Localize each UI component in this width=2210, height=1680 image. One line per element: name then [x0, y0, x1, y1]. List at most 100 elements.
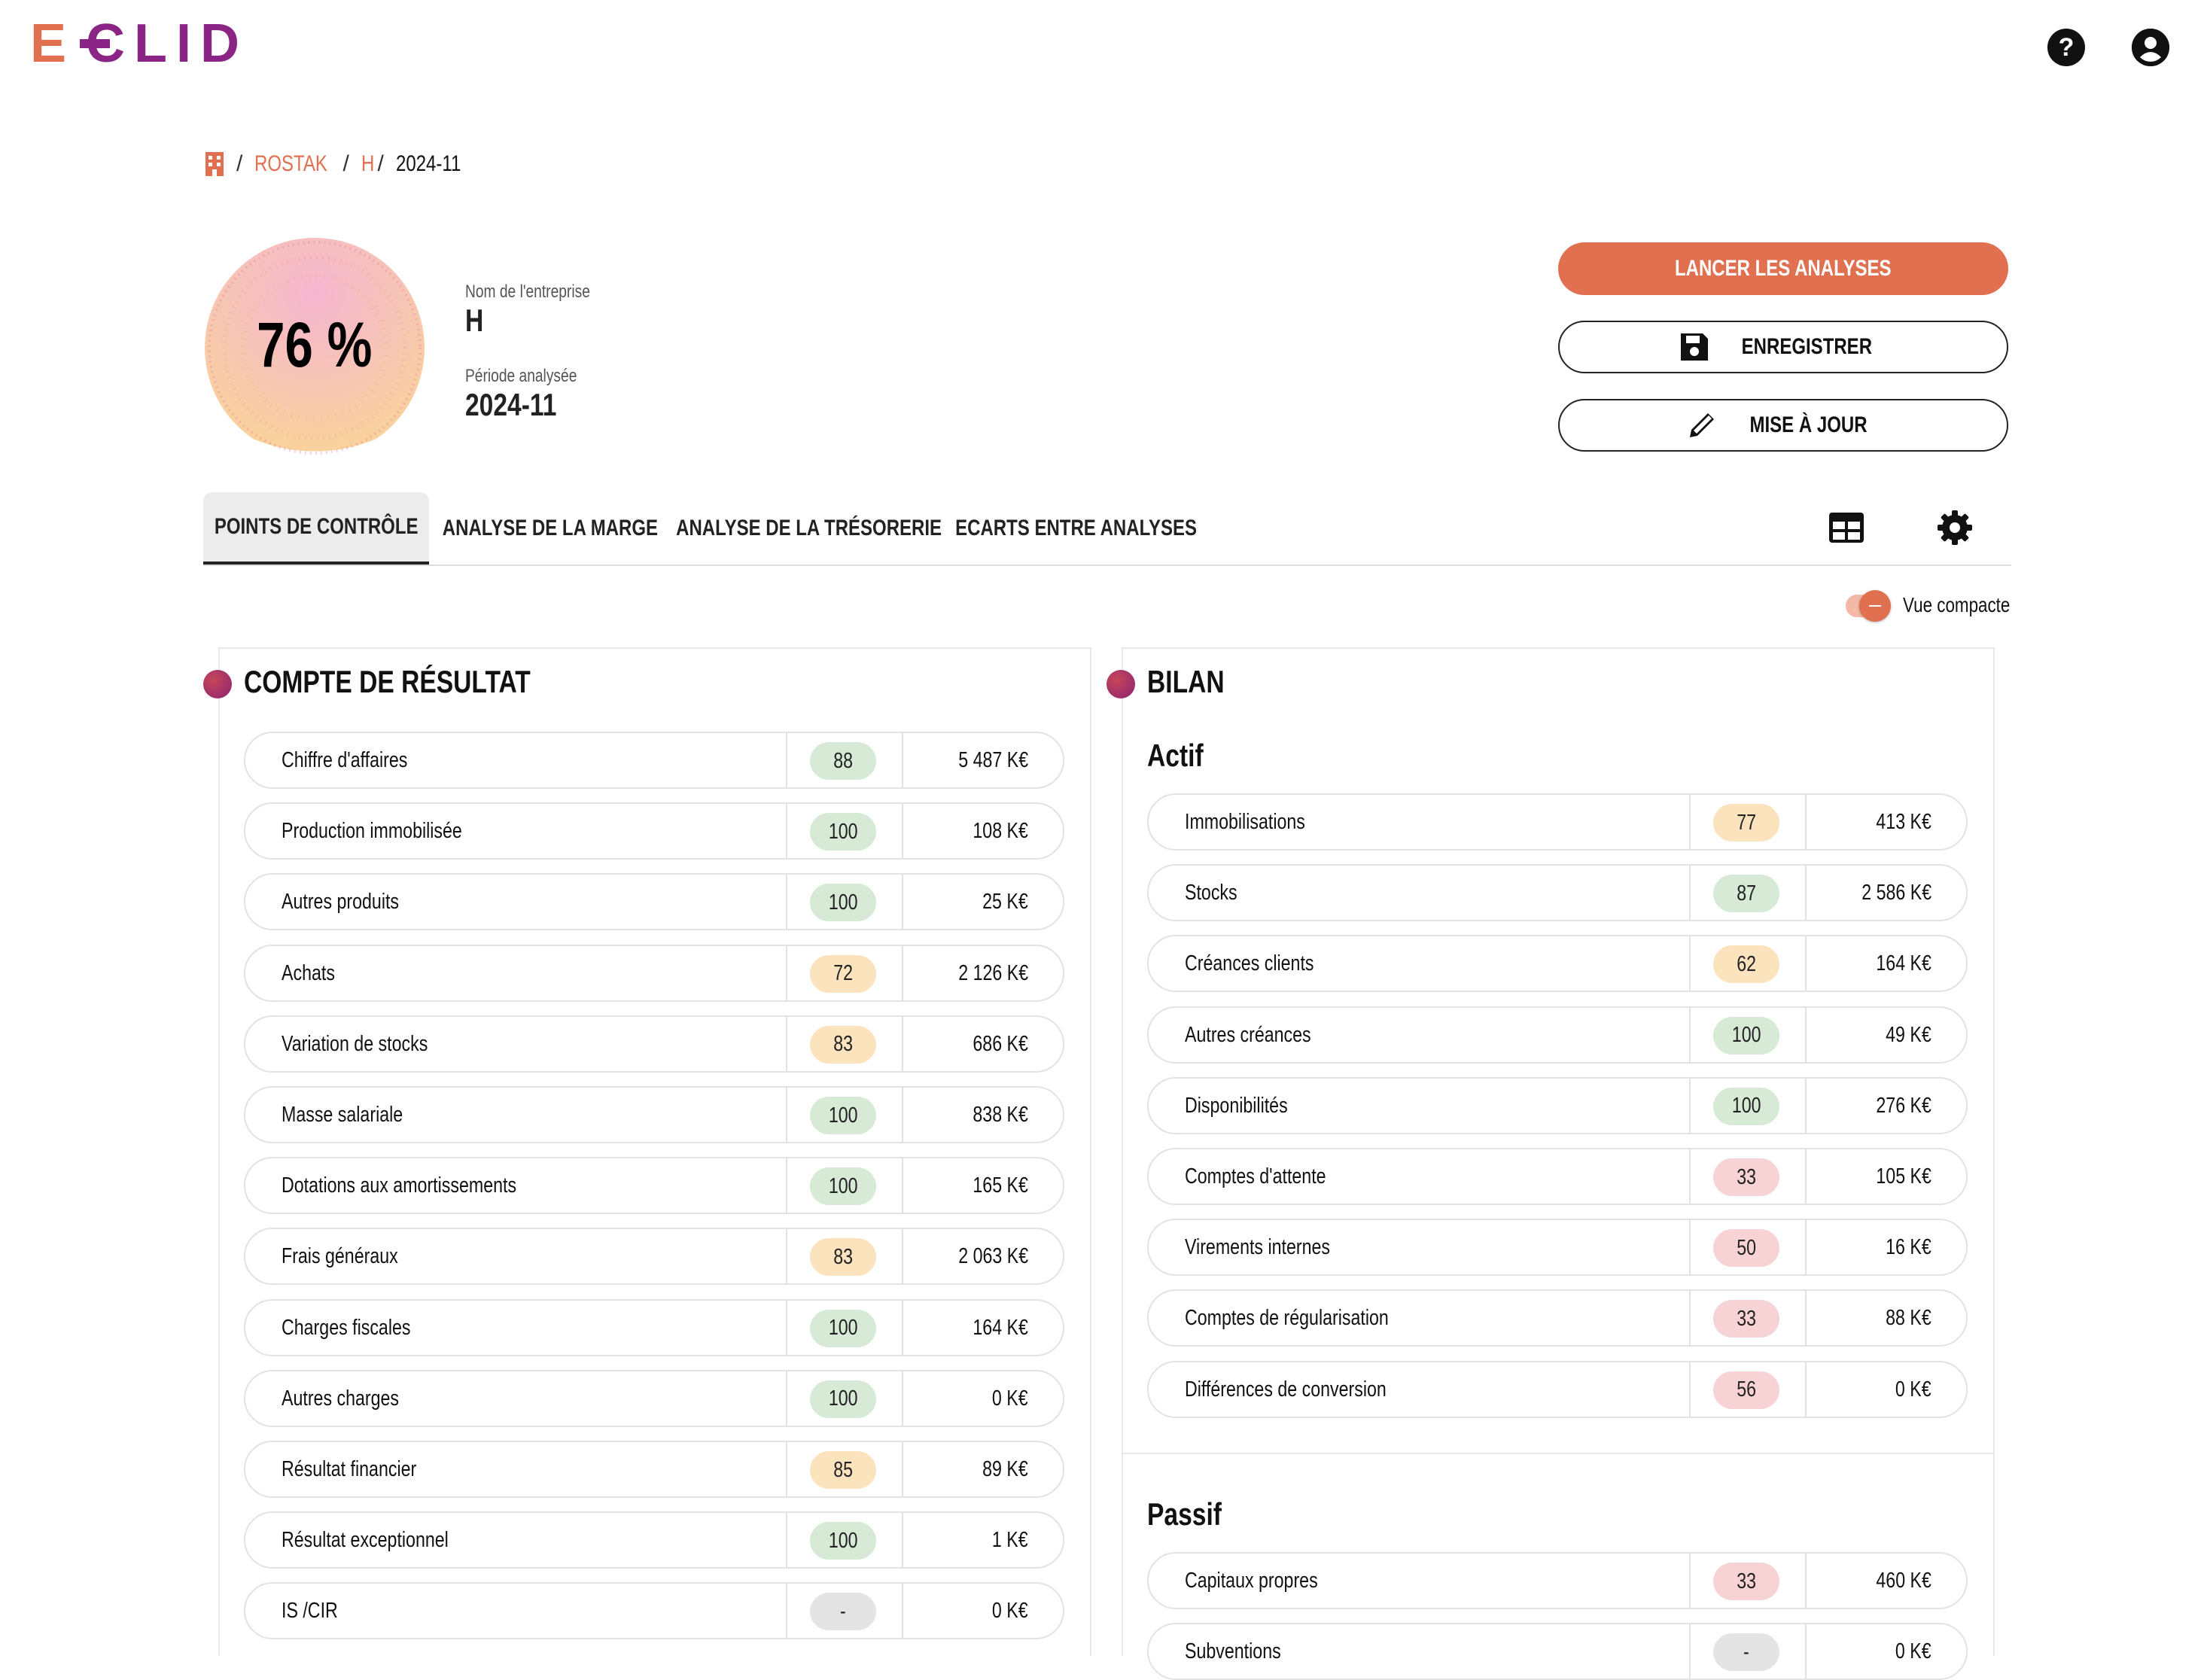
- table-view-icon[interactable]: [1826, 507, 1867, 548]
- save-button[interactable]: ENREGISTRER: [1558, 321, 2008, 373]
- control-row[interactable]: Comptes d'attente 33 105 K€: [1147, 1148, 1968, 1205]
- launch-analyses-button[interactable]: LANCER LES ANALYSES: [1558, 242, 2008, 295]
- control-row[interactable]: Capitaux propres 33 460 K€: [1147, 1552, 1968, 1609]
- row-amount: 88 K€: [1886, 1306, 1931, 1331]
- control-row[interactable]: Subventions - 0 K€: [1147, 1623, 1968, 1680]
- row-divider: [902, 1158, 903, 1213]
- row-label: Dotations aux amortissements: [282, 1173, 517, 1198]
- settings-gear-icon[interactable]: [1935, 507, 1975, 548]
- control-row[interactable]: Production immobilisée 100 108 K€: [244, 802, 1064, 860]
- row-divider: [1689, 1078, 1691, 1133]
- tab-margin-analysis[interactable]: ANALYSE DE LA MARGE: [434, 492, 667, 565]
- row-divider: [902, 733, 903, 787]
- control-row[interactable]: Virements internes 50 16 K€: [1147, 1219, 1968, 1277]
- control-row[interactable]: Chiffre d'affaires 88 5 487 K€: [244, 732, 1064, 789]
- score-badge: 100: [1713, 1016, 1779, 1055]
- control-row[interactable]: Achats 72 2 126 K€: [244, 944, 1064, 1002]
- eclid-logo[interactable]: E CLID: [30, 14, 248, 74]
- row-divider: [1805, 1220, 1807, 1275]
- row-divider: [786, 1229, 787, 1284]
- row-divider: [1805, 1007, 1807, 1062]
- control-row[interactable]: Charges fiscales 100 164 K€: [244, 1298, 1064, 1356]
- control-row[interactable]: Différences de conversion 56 0 K€: [1147, 1360, 1968, 1418]
- score-badge: 100: [810, 813, 876, 851]
- breadcrumb-item-company[interactable]: H: [361, 151, 374, 177]
- row-divider: [902, 1584, 903, 1639]
- row-divider: [786, 733, 787, 787]
- row-amount: 276 K€: [1876, 1093, 1931, 1118]
- row-label: Virements internes: [1185, 1235, 1330, 1260]
- row-divider: [902, 1229, 903, 1284]
- row-amount: 165 K€: [973, 1173, 1028, 1198]
- row-divider: [902, 1442, 903, 1496]
- balance-sheet-title: BILAN: [1147, 664, 1225, 699]
- row-divider: [786, 1158, 787, 1213]
- building-icon[interactable]: [205, 151, 224, 177]
- update-button[interactable]: MISE À JOUR: [1558, 399, 2008, 452]
- row-divider: [1805, 795, 1807, 849]
- row-amount: 108 K€: [973, 819, 1028, 844]
- score-badge: 100: [810, 1097, 876, 1134]
- row-amount: 686 K€: [973, 1031, 1028, 1056]
- row-label: Subventions: [1185, 1639, 1281, 1664]
- row-label: Résultat financier: [282, 1457, 417, 1481]
- period-label: Période analysée: [465, 366, 577, 386]
- pencil-icon: [1690, 413, 1715, 437]
- control-row[interactable]: Variation de stocks 83 686 K€: [244, 1015, 1064, 1073]
- row-divider: [1689, 1624, 1691, 1679]
- row-label: Autres créances: [1185, 1022, 1311, 1047]
- score-badge: 77: [1713, 804, 1779, 842]
- control-row[interactable]: Masse salariale 100 838 K€: [244, 1086, 1064, 1143]
- control-row[interactable]: Immobilisations 77 413 K€: [1147, 793, 1968, 851]
- row-amount: 460 K€: [1876, 1569, 1931, 1593]
- tab-treasury-analysis[interactable]: ANALYSE DE LA TRÉSORERIE: [670, 492, 948, 565]
- section-bullet-icon: [203, 670, 232, 698]
- row-divider: [786, 1442, 787, 1496]
- score-badge: 85: [810, 1451, 876, 1489]
- row-divider: [1689, 1149, 1691, 1204]
- tab-control-points[interactable]: POINTS DE CONTRÔLE: [203, 492, 429, 565]
- breadcrumb-item-company-group[interactable]: ROSTAK: [254, 151, 327, 177]
- row-label: Frais généraux: [282, 1244, 398, 1269]
- control-row[interactable]: Comptes de régularisation 33 88 K€: [1147, 1289, 1968, 1347]
- tab-analysis-differences[interactable]: ECARTS ENTRE ANALYSES: [948, 492, 1204, 565]
- row-label: IS /CIR: [282, 1599, 338, 1624]
- row-divider: [902, 875, 903, 930]
- control-row[interactable]: Résultat financier 85 89 K€: [244, 1441, 1064, 1498]
- control-row[interactable]: Autres produits 100 25 K€: [244, 873, 1064, 931]
- tab-bar: POINTS DE CONTRÔLE ANALYSE DE LA MARGE A…: [203, 492, 2011, 566]
- control-row[interactable]: Disponibilités 100 276 K€: [1147, 1076, 1968, 1134]
- score-badge: 33: [1713, 1158, 1779, 1196]
- score-value: 76 %: [257, 309, 373, 380]
- control-row[interactable]: Dotations aux amortissements 100 165 K€: [244, 1157, 1064, 1215]
- row-amount: 25 K€: [982, 890, 1028, 915]
- row-divider: [1689, 795, 1691, 849]
- control-row[interactable]: Résultat exceptionnel 100 1 K€: [244, 1511, 1064, 1569]
- row-amount: 0 K€: [992, 1599, 1028, 1624]
- row-divider: [1805, 1149, 1807, 1204]
- row-divider: [1805, 1362, 1807, 1417]
- control-row[interactable]: Frais généraux 83 2 063 K€: [244, 1228, 1064, 1286]
- user-account-icon[interactable]: [2132, 29, 2169, 66]
- row-divider: [1689, 1362, 1691, 1417]
- row-divider: [902, 945, 903, 1000]
- compact-view-toggle[interactable]: [1859, 590, 1891, 622]
- control-row[interactable]: Stocks 87 2 586 K€: [1147, 864, 1968, 922]
- row-amount: 2 586 K€: [1861, 881, 1931, 905]
- company-name-label: Nom de l'entreprise: [465, 282, 590, 302]
- row-divider: [1689, 1007, 1691, 1062]
- help-icon[interactable]: ?: [2047, 29, 2085, 66]
- control-row[interactable]: Autres créances 100 49 K€: [1147, 1006, 1968, 1064]
- row-amount: 838 K€: [973, 1103, 1028, 1127]
- logo-letter-e: E: [30, 14, 67, 74]
- control-row[interactable]: Autres charges 100 0 K€: [244, 1369, 1064, 1427]
- row-divider: [786, 1300, 787, 1355]
- score-badge: -: [810, 1593, 876, 1631]
- score-badge: 72: [810, 954, 876, 993]
- row-label: Capitaux propres: [1185, 1569, 1318, 1593]
- control-row[interactable]: Créances clients 62 164 K€: [1147, 935, 1968, 993]
- row-amount: 0 K€: [1895, 1377, 1931, 1402]
- liabilities-subtitle: Passif: [1147, 1496, 1222, 1532]
- compact-view-label: Vue compacte: [1903, 593, 2011, 616]
- control-row[interactable]: IS /CIR - 0 K€: [244, 1582, 1064, 1640]
